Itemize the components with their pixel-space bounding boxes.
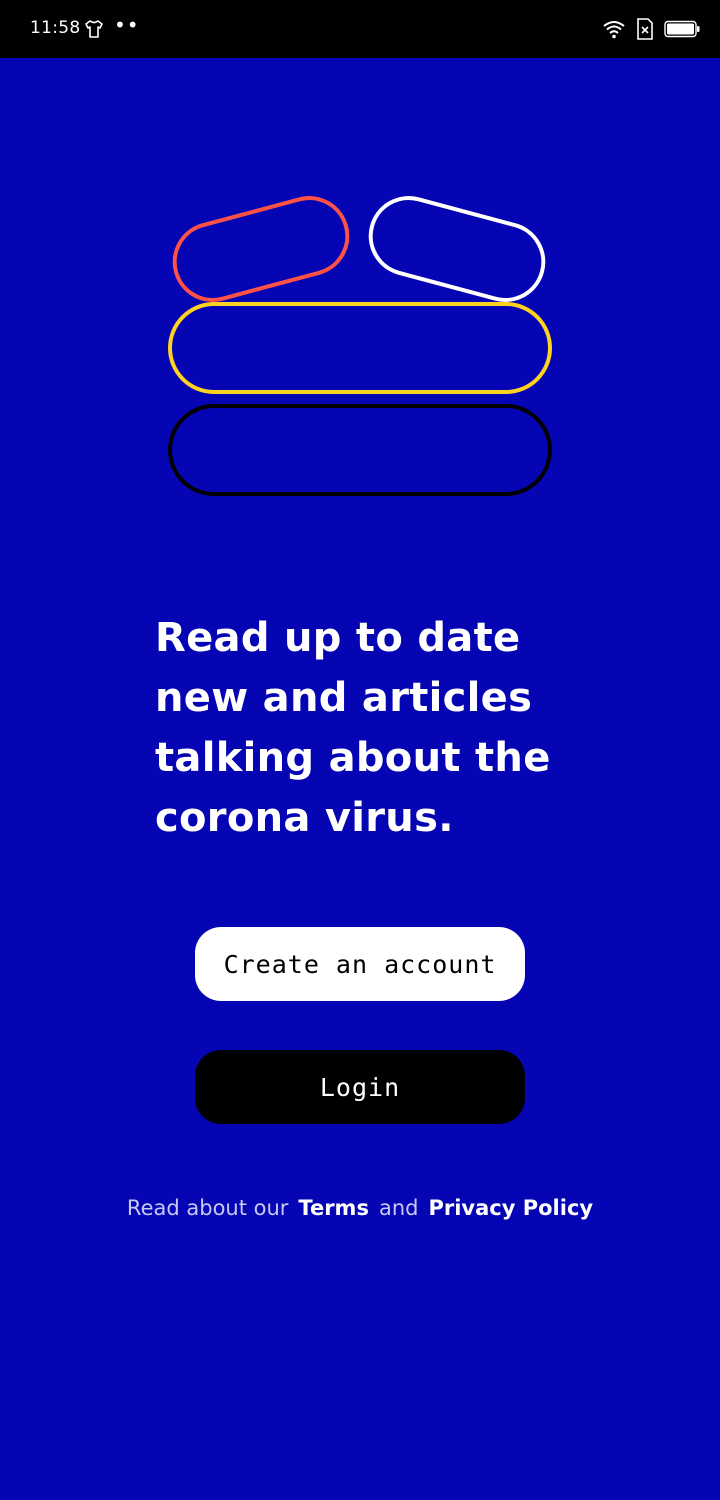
white-pill-shape	[368, 196, 546, 302]
legal-and: and	[378, 1196, 419, 1220]
legal-footer: Read about our Terms and Privacy Policy	[0, 1196, 720, 1220]
shirt-icon	[85, 20, 103, 38]
status-time: 11:58	[30, 18, 81, 38]
create-account-button[interactable]: Create an account	[195, 927, 525, 1001]
pills-illustration	[168, 196, 552, 496]
notification-dots: ••	[114, 13, 140, 37]
yellow-pill-shape	[168, 302, 552, 394]
login-button[interactable]: Login	[195, 1050, 525, 1124]
sim-x-icon	[637, 18, 653, 40]
red-pill-shape	[172, 196, 350, 302]
terms-link[interactable]: Terms	[298, 1196, 369, 1220]
black-pill-shape	[168, 404, 552, 496]
headline: Read up to date new and articles talking…	[155, 615, 551, 841]
wifi-icon	[603, 21, 625, 39]
privacy-policy-link[interactable]: Privacy Policy	[428, 1196, 593, 1220]
legal-prefix: Read about our	[126, 1196, 289, 1220]
status-icons	[602, 16, 700, 42]
status-bar: 11:58 ••	[0, 0, 720, 58]
battery-icon	[664, 20, 700, 38]
